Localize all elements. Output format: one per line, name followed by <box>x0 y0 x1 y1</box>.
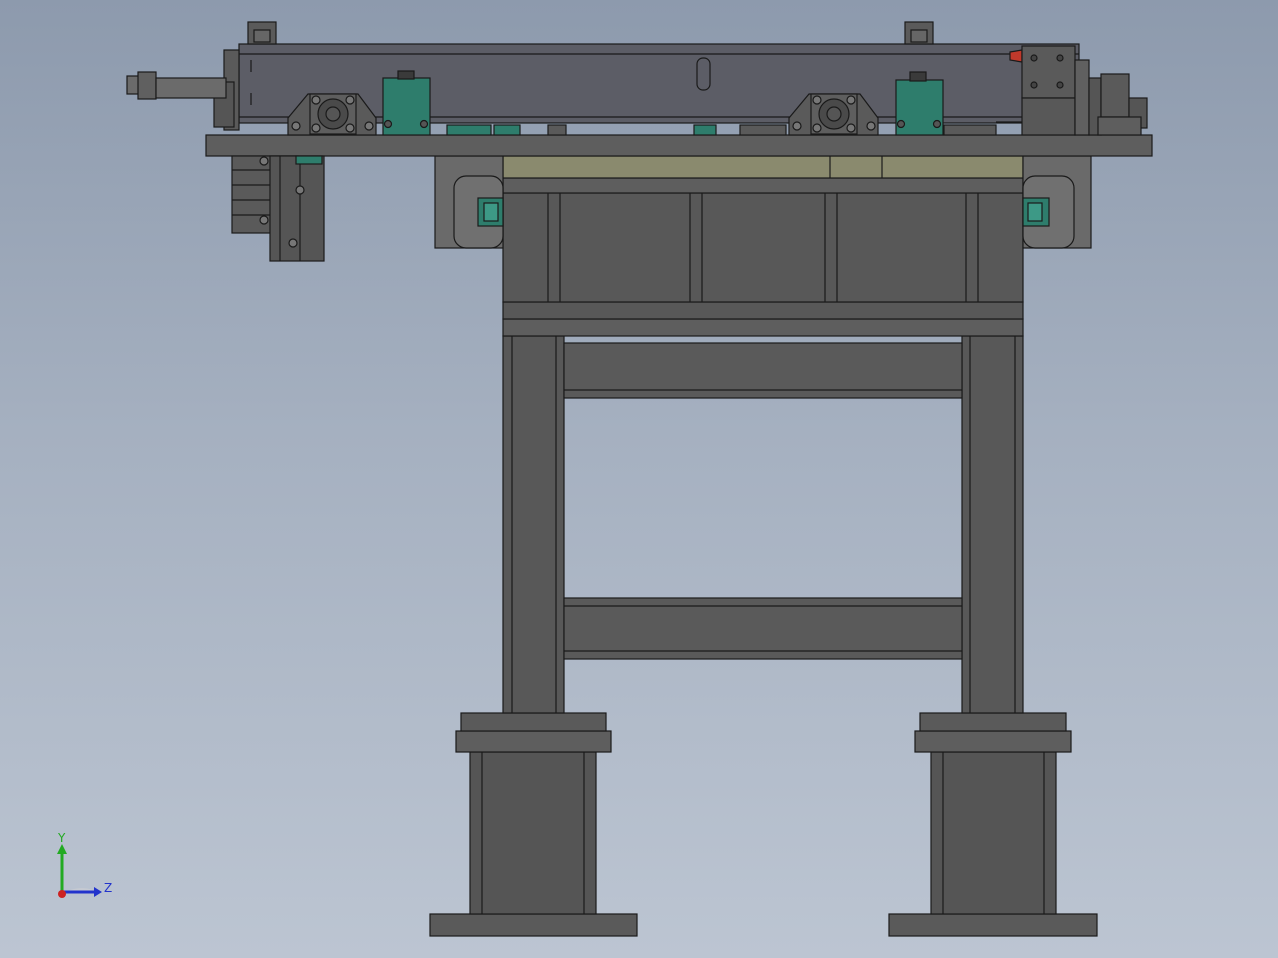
machine-assembly <box>126 21 1153 937</box>
cad-viewport[interactable] <box>0 0 1278 958</box>
upper-crossbar <box>563 342 963 399</box>
right-leg <box>961 335 1024 714</box>
z-axis-arrowhead <box>94 887 102 897</box>
orientation-triad: Y Z <box>57 831 112 898</box>
z-axis-label: Z <box>104 881 112 895</box>
y-axis-arrowhead <box>57 844 67 854</box>
left-leg <box>502 335 565 714</box>
base-plate <box>205 134 1153 157</box>
frame-block <box>502 155 1024 337</box>
left-foot <box>429 712 638 937</box>
left-cylinder-block <box>231 155 325 262</box>
y-axis-label: Y <box>57 831 66 845</box>
right-foot <box>888 712 1098 937</box>
x-axis-dot <box>58 890 66 898</box>
lower-crossbar <box>563 597 963 660</box>
left-roller-bracket <box>434 155 504 249</box>
right-roller-bracket <box>1022 155 1092 249</box>
piston-rod <box>126 71 227 100</box>
